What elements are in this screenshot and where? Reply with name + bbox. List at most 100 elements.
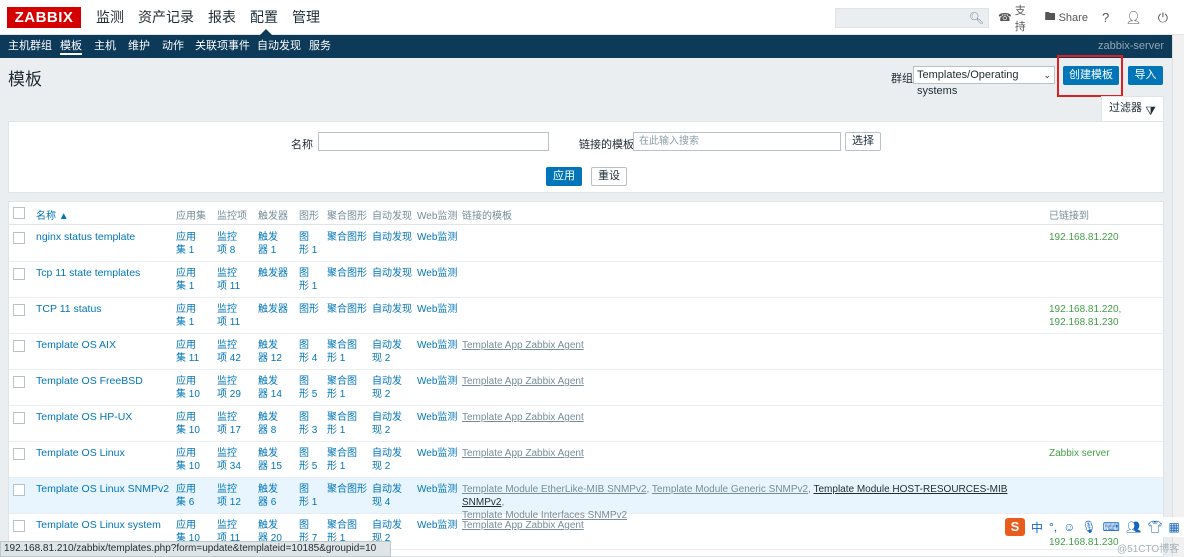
select-all-checkbox[interactable]: [13, 207, 25, 219]
template-name-link[interactable]: Template OS AIX: [36, 339, 116, 352]
template-name-link[interactable]: Tcp 11 state templates: [36, 267, 140, 280]
applications-link[interactable]: 应用集 1: [176, 231, 196, 257]
discovery-link[interactable]: 自动发现 2: [372, 411, 402, 437]
discovery-link[interactable]: 自动发现: [372, 267, 412, 280]
sub-menu-services[interactable]: 服务: [309, 35, 331, 58]
discovery-link[interactable]: 自动发现 2: [372, 375, 402, 401]
graphs-link[interactable]: 图形 4: [299, 339, 317, 365]
linked-template-link[interactable]: Template App Zabbix Agent: [462, 339, 584, 352]
filter-apply-button[interactable]: 应用: [546, 167, 582, 186]
graphs-link[interactable]: 图形 1: [299, 267, 317, 293]
group-select[interactable]: Templates/Operating systems ⌄: [913, 66, 1055, 97]
linked-template-link[interactable]: Template App Zabbix Agent: [462, 375, 584, 388]
items-link[interactable]: 监控项 42: [217, 339, 241, 365]
template-name-link[interactable]: Template OS Linux: [36, 447, 125, 460]
screens-link[interactable]: 聚合图形: [327, 483, 367, 496]
header-name[interactable]: 名称 ▲: [36, 207, 69, 222]
row-checkbox[interactable]: [13, 412, 25, 424]
applications-link[interactable]: 应用集 11: [176, 339, 199, 365]
applications-link[interactable]: 应用集 1: [176, 267, 196, 293]
web-link[interactable]: Web监测: [417, 267, 457, 280]
template-name-link[interactable]: Template OS FreeBSD: [36, 375, 143, 388]
web-link[interactable]: Web监测: [417, 411, 457, 424]
row-checkbox[interactable]: [13, 484, 25, 496]
graphs-link[interactable]: 图形 1: [299, 483, 317, 509]
zabbix-logo[interactable]: ZABBIX: [7, 7, 81, 28]
filter-linked-input[interactable]: 在此输入搜索: [633, 132, 841, 151]
graphs-link[interactable]: 图形 1: [299, 231, 317, 257]
linked-template-link[interactable]: Template App Zabbix Agent: [462, 411, 584, 424]
global-search-input[interactable]: 🔍︎: [835, 8, 989, 28]
row-checkbox[interactable]: [13, 304, 25, 316]
items-link[interactable]: 监控项 34: [217, 447, 241, 473]
linked-host-link[interactable]: 192.168.81.230: [1049, 536, 1119, 549]
applications-link[interactable]: 应用集 1: [176, 303, 196, 329]
user-profile-icon[interactable]: 👤︎: [1125, 10, 1142, 26]
filter-name-input[interactable]: [318, 132, 549, 151]
applications-link[interactable]: 应用集 10: [176, 375, 200, 401]
ime-language-toggle[interactable]: 中: [1031, 519, 1043, 536]
items-link[interactable]: 监控项 17: [217, 411, 241, 437]
punctuation-icon[interactable]: °,: [1049, 520, 1057, 534]
graphs-link[interactable]: 图形 5: [299, 375, 317, 401]
sub-menu-actions[interactable]: 动作: [162, 35, 184, 58]
keyboard-icon[interactable]: ⌨: [1103, 520, 1120, 534]
items-link[interactable]: 监控项 29: [217, 375, 241, 401]
template-name-link[interactable]: Template OS Linux SNMPv2: [36, 483, 169, 496]
sub-menu-discovery[interactable]: 自动发现: [257, 35, 301, 58]
screens-link[interactable]: 聚合图形: [327, 267, 367, 280]
triggers-link[interactable]: 触发器 6: [258, 483, 278, 509]
items-link[interactable]: 监控项 11: [217, 267, 240, 293]
web-link[interactable]: Web监测: [417, 519, 457, 532]
triggers-link[interactable]: 触发器 12: [258, 339, 282, 365]
triggers-link[interactable]: 触发器 15: [258, 447, 282, 473]
row-checkbox[interactable]: [13, 340, 25, 352]
top-menu-inventory[interactable]: 资产记录: [138, 0, 202, 35]
top-menu-configuration[interactable]: 配置: [250, 0, 286, 35]
linked-host-link[interactable]: 192.168.81.220: [1049, 231, 1119, 244]
web-link[interactable]: Web监测: [417, 303, 457, 316]
graphs-link[interactable]: 图形: [299, 303, 319, 316]
sogou-logo-icon[interactable]: S: [1005, 518, 1025, 536]
screens-link[interactable]: 聚合图形 1: [327, 447, 357, 473]
top-menu-reports[interactable]: 报表: [208, 0, 244, 35]
user-icon[interactable]: 👥︎: [1126, 520, 1141, 534]
linked-host-link[interactable]: 192.168.81.220, 192.168.81.230: [1049, 303, 1121, 329]
filter-reset-button[interactable]: 重设: [591, 167, 627, 186]
top-menu-administration[interactable]: 管理: [292, 0, 328, 35]
sub-menu-templates[interactable]: 模板: [60, 35, 82, 58]
search-icon[interactable]: 🔍︎: [969, 11, 984, 25]
row-checkbox[interactable]: [13, 520, 25, 532]
emoji-icon[interactable]: ☺: [1063, 520, 1075, 534]
triggers-link[interactable]: 触发器 1: [258, 231, 278, 257]
linked-template-link[interactable]: Template Module EtherLike-MIB SNMPv2: [462, 484, 647, 495]
graphs-link[interactable]: 图形 3: [299, 411, 317, 437]
screens-link[interactable]: 聚合图形: [327, 231, 367, 244]
applications-link[interactable]: 应用集 10: [176, 411, 200, 437]
filter-tab[interactable]: 过滤器 ⧩: [1101, 96, 1164, 121]
sub-menu-hosts[interactable]: 主机: [94, 35, 116, 58]
sub-menu-maintenance[interactable]: 维护: [128, 35, 150, 58]
discovery-link[interactable]: 自动发现 4: [372, 483, 402, 509]
share-link[interactable]: 🖿︎ Share: [1045, 8, 1088, 27]
applications-link[interactable]: 应用集 6: [176, 483, 196, 509]
items-link[interactable]: 监控项 12: [217, 483, 241, 509]
linked-template-link[interactable]: Template App Zabbix Agent: [462, 447, 584, 460]
microphone-icon[interactable]: 🎙︎: [1081, 520, 1096, 534]
discovery-link[interactable]: 自动发现: [372, 231, 412, 244]
linked-template-link[interactable]: Template Module Generic SNMPv2: [652, 484, 808, 495]
web-link[interactable]: Web监测: [417, 339, 457, 352]
triggers-link[interactable]: 触发器: [258, 267, 288, 280]
discovery-link[interactable]: 自动发现: [372, 303, 412, 316]
page-scrollbar[interactable]: [1172, 35, 1184, 557]
logout-icon[interactable]: ⏻: [1158, 10, 1168, 26]
linked-host-link[interactable]: Zabbix server: [1049, 447, 1110, 460]
triggers-link[interactable]: 触发器: [258, 303, 288, 316]
linked-template-link[interactable]: Template App Zabbix Agent: [462, 519, 584, 532]
grid-menu-icon[interactable]: ▦: [1168, 520, 1179, 534]
applications-link[interactable]: 应用集 10: [176, 447, 200, 473]
support-link[interactable]: ☎ 支持: [998, 2, 1031, 34]
template-name-link[interactable]: Template OS HP-UX: [36, 411, 132, 424]
graphs-link[interactable]: 图形 5: [299, 447, 317, 473]
web-link[interactable]: Web监测: [417, 231, 457, 244]
